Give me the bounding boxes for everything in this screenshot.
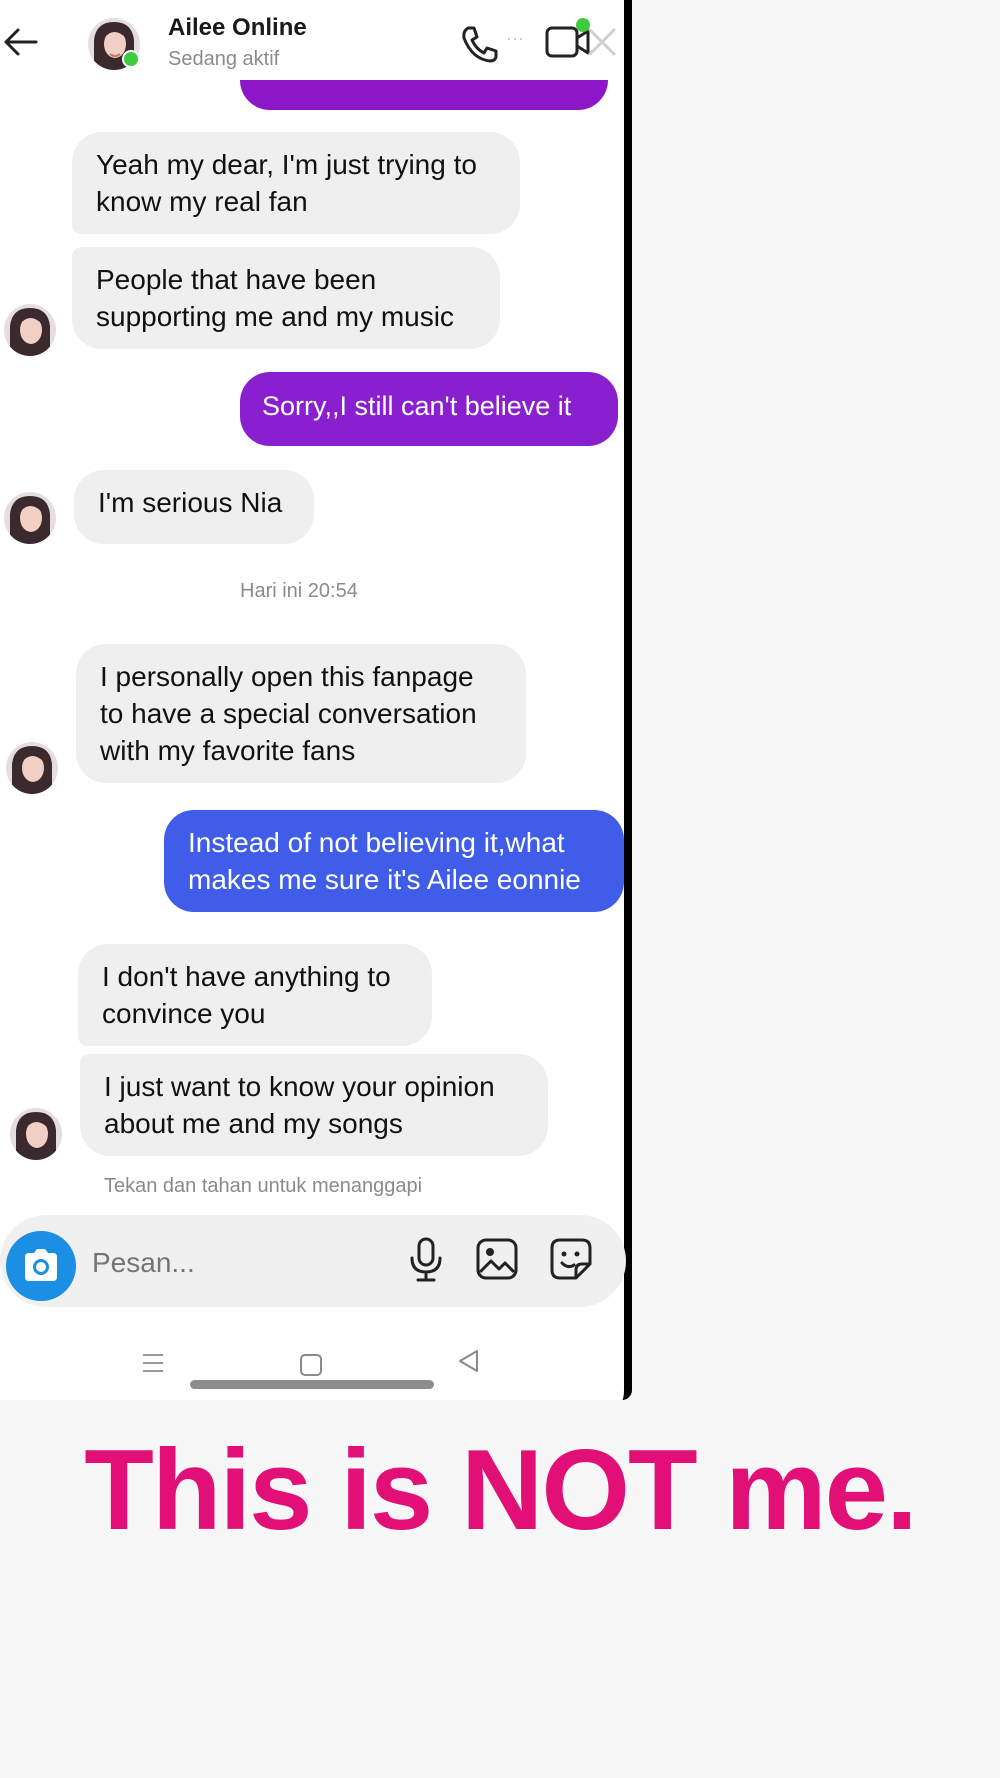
timestamp-divider: Hari ini 20:54: [240, 580, 358, 602]
more-icon[interactable]: ···: [506, 28, 536, 58]
sticker-button[interactable]: [548, 1236, 594, 1282]
close-button[interactable]: [584, 24, 620, 60]
microphone-icon: [410, 1237, 442, 1282]
message-input[interactable]: [90, 1246, 394, 1280]
menu-icon: [143, 1354, 163, 1372]
message-bubble-incoming[interactable]: I just want to know your opinion about m…: [80, 1054, 548, 1156]
contact-name[interactable]: Ailee Online: [168, 14, 307, 42]
online-status-dot: [122, 50, 140, 68]
phone-icon: [462, 26, 498, 63]
message-bubble-incoming[interactable]: People that have been supporting me and …: [72, 247, 500, 349]
sender-avatar[interactable]: [4, 304, 56, 356]
camera-icon: [25, 1249, 57, 1281]
sender-avatar[interactable]: [10, 1108, 62, 1160]
message-bubble-incoming[interactable]: I personally open this fanpage to have a…: [76, 644, 526, 783]
message-bubble-incoming[interactable]: Yeah my dear, I'm just trying to know my…: [72, 132, 520, 234]
sticker-icon: [550, 1238, 592, 1280]
reply-hint: Tekan dan tahan untuk menanggapi: [104, 1175, 423, 1197]
back-arrow-icon: [4, 28, 38, 56]
caption-text: This is NOT me.: [84, 1427, 918, 1554]
gallery-icon: [476, 1238, 518, 1280]
back-button[interactable]: [0, 22, 40, 62]
close-icon: [588, 28, 616, 56]
message-bubble-outgoing[interactable]: Instead of not believing it,what makes m…: [164, 810, 624, 912]
previous-outgoing-bubble: [240, 80, 608, 110]
sender-avatar[interactable]: [4, 492, 56, 544]
nav-menu-button[interactable]: [140, 1350, 166, 1376]
message-bubble-outgoing[interactable]: Sorry,,I still can't believe it: [240, 372, 618, 446]
voice-call-button[interactable]: [458, 22, 502, 66]
home-square-icon: [300, 1354, 322, 1376]
chat-screen: Ailee Online Sedang aktif ··· Yeah my de…: [0, 0, 632, 1400]
nav-home-button[interactable]: [298, 1352, 324, 1378]
nav-back-button[interactable]: [456, 1348, 482, 1374]
camera-button[interactable]: [6, 1231, 76, 1301]
contact-status: Sedang aktif: [168, 48, 280, 70]
back-triangle-icon: [459, 1350, 478, 1372]
message-bubble-incoming[interactable]: I don't have anything to convince you: [78, 944, 432, 1046]
gallery-button[interactable]: [474, 1236, 520, 1282]
voice-message-button[interactable]: [404, 1236, 448, 1284]
sender-avatar[interactable]: [6, 742, 58, 794]
home-indicator[interactable]: [190, 1380, 434, 1389]
message-bubble-incoming[interactable]: I'm serious Nia: [74, 470, 314, 544]
